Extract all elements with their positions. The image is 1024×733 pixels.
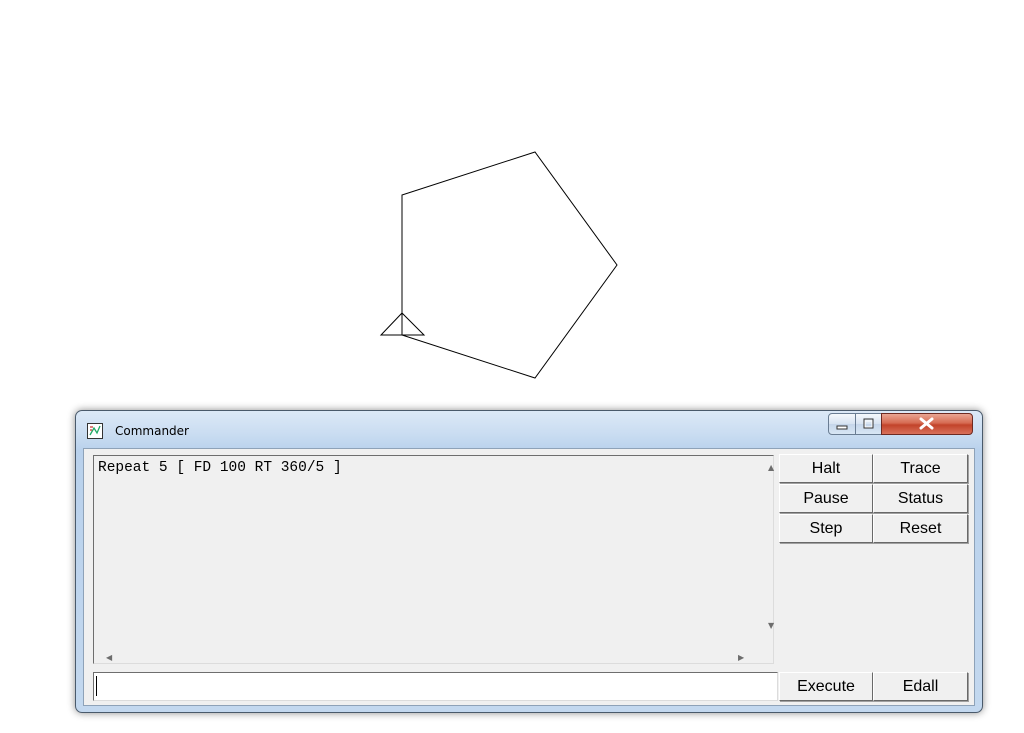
text-caret [96, 676, 97, 696]
scroll-left-icon[interactable]: ◀ [106, 653, 112, 662]
pentagon-path [401, 151, 618, 379]
scroll-down-icon[interactable]: ▼ [768, 621, 774, 630]
scroll-right-icon[interactable]: ▶ [738, 653, 744, 662]
history-box[interactable]: Repeat 5 [ FD 100 RT 360/5 ] ▲ ▼ ◀ ▶ [93, 455, 774, 664]
edall-button[interactable]: Edall [873, 672, 968, 701]
title-bar[interactable]: Commander [76, 411, 982, 449]
scroll-up-icon[interactable]: ▲ [768, 463, 774, 472]
minimize-button[interactable] [828, 413, 856, 435]
commander-client-area: Repeat 5 [ FD 100 RT 360/5 ] ▲ ▼ ◀ ▶ Hal… [83, 448, 975, 706]
window-title: Commander [115, 424, 189, 438]
logo-app-icon [87, 423, 103, 439]
command-input[interactable] [93, 672, 778, 701]
minimize-icon [836, 425, 848, 430]
halt-button[interactable]: Halt [779, 454, 873, 483]
execute-button[interactable]: Execute [779, 672, 873, 701]
status-button[interactable]: Status [873, 484, 968, 513]
step-button[interactable]: Step [779, 514, 873, 543]
horizontal-scrollbar[interactable]: ◀ ▶ [104, 652, 764, 669]
pause-button[interactable]: Pause [779, 484, 873, 513]
turtle-icon [379, 312, 426, 336]
history-line: Repeat 5 [ FD 100 RT 360/5 ] [98, 460, 342, 476]
close-icon [919, 417, 934, 430]
maximize-icon [863, 418, 874, 429]
commander-window: Commander Repeat 5 [ FD 100 RT 360/5 ] ▲… [75, 410, 983, 713]
maximize-button[interactable] [855, 413, 882, 435]
close-button[interactable] [881, 413, 973, 435]
reset-button[interactable]: Reset [873, 514, 968, 543]
trace-button[interactable]: Trace [873, 454, 968, 483]
